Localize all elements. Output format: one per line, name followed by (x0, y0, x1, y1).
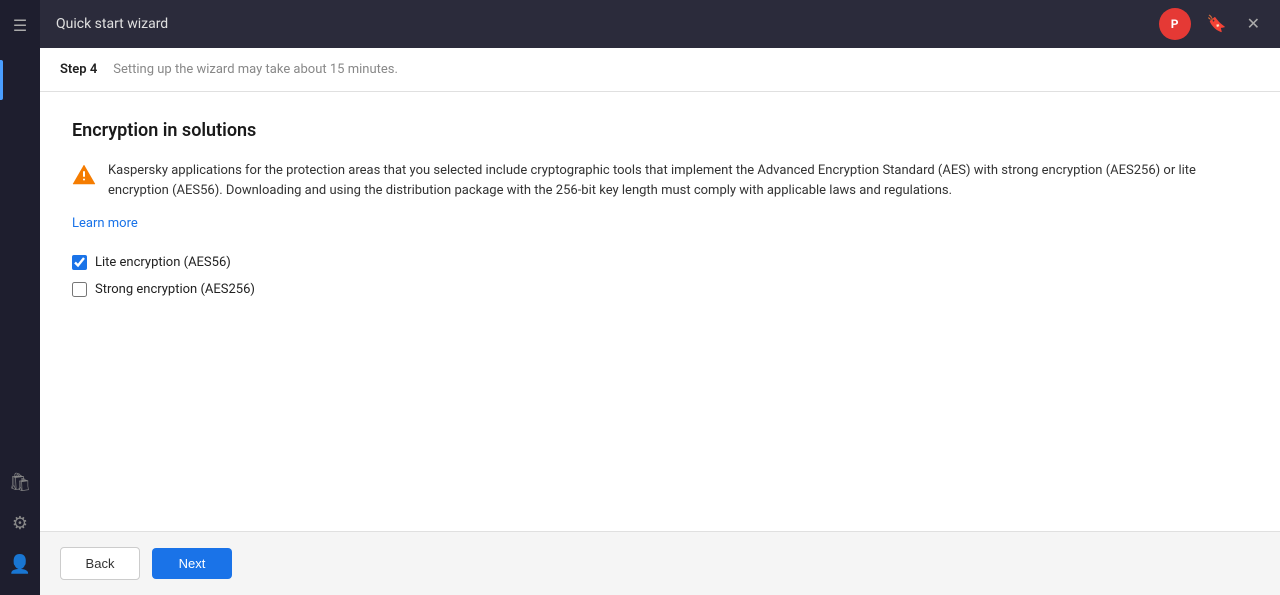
user-icon[interactable]: 👤 (9, 554, 31, 575)
step-description: Setting up the wizard may take about 15 … (113, 62, 398, 77)
sidebar-accent-bar (0, 60, 3, 100)
strong-encryption-label: Strong encryption (AES256) (95, 282, 255, 297)
section-title: Encryption in solutions (72, 120, 1248, 141)
titlebar: Quick start wizard P 🔖 ✕ (40, 0, 1280, 48)
close-icon-button[interactable]: ✕ (1243, 10, 1264, 38)
stepbar: Step 4 Setting up the wizard may take ab… (40, 48, 1280, 92)
avatar-button[interactable]: P (1159, 8, 1191, 40)
warning-icon (72, 163, 96, 191)
lite-encryption-checkbox-label[interactable]: Lite encryption (AES56) (72, 255, 1248, 270)
lite-encryption-checkbox[interactable] (72, 255, 87, 270)
content-area: Encryption in solutions Kaspersky applic… (40, 92, 1280, 531)
checkbox-group: Lite encryption (AES56) Strong encryptio… (72, 255, 1248, 297)
learn-more-link[interactable]: Learn more (72, 216, 1248, 231)
strong-encryption-checkbox[interactable] (72, 282, 87, 297)
main-area: Quick start wizard P 🔖 ✕ Step 4 Setting … (40, 0, 1280, 595)
warning-box: Kaspersky applications for the protectio… (72, 161, 1248, 200)
settings-icon[interactable]: ⚙ (12, 513, 28, 534)
sidebar-bottom-icons: 🛍 ⚙ 👤 (9, 472, 32, 575)
step-label: Step 4 (60, 62, 97, 77)
bookmark-icon-button[interactable]: 🔖 (1203, 10, 1231, 38)
titlebar-title: Quick start wizard (56, 16, 1147, 32)
bag-icon[interactable]: 🛍 (9, 472, 32, 493)
menu-icon[interactable]: ☰ (5, 8, 35, 43)
strong-encryption-checkbox-label[interactable]: Strong encryption (AES256) (72, 282, 1248, 297)
titlebar-actions: P 🔖 ✕ (1159, 8, 1264, 40)
warning-text: Kaspersky applications for the protectio… (108, 161, 1248, 200)
lite-encryption-label: Lite encryption (AES56) (95, 255, 231, 270)
warning-triangle-svg (72, 163, 96, 187)
next-button[interactable]: Next (152, 548, 232, 579)
footer: Back Next (40, 531, 1280, 595)
sidebar: ☰ 🛍 ⚙ 👤 (0, 0, 40, 595)
back-button[interactable]: Back (60, 547, 140, 580)
